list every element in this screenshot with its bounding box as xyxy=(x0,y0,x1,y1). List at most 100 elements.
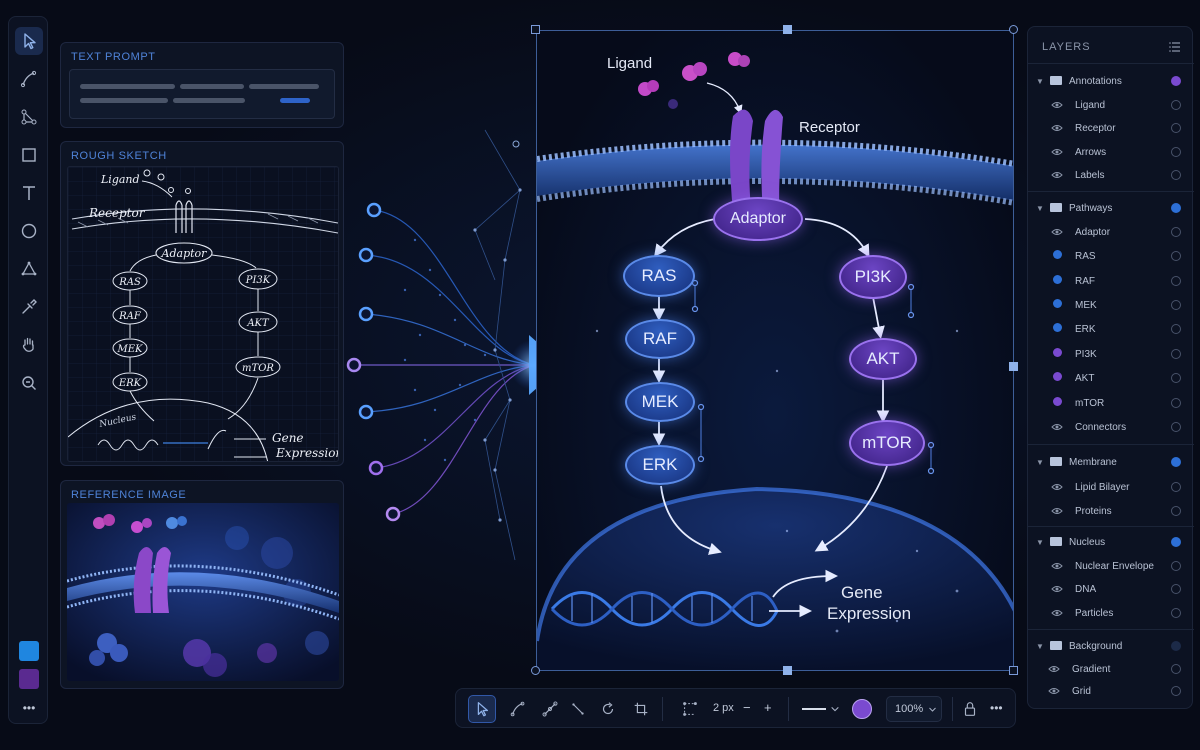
path-tool-icon[interactable] xyxy=(538,697,562,721)
pi3k-node[interactable]: PI3K xyxy=(839,255,907,299)
line-tool-icon[interactable] xyxy=(566,697,590,721)
primary-color-swatch[interactable] xyxy=(19,641,39,661)
hand-tool-icon[interactable] xyxy=(15,331,43,359)
canvas-ligand-label[interactable]: Ligand xyxy=(607,55,652,72)
layer-item-connectors[interactable]: Connectors xyxy=(1028,417,1194,437)
lock-icon[interactable] xyxy=(958,697,982,721)
resize-handle-bottom-left[interactable] xyxy=(531,666,540,675)
layer-group-membrane[interactable]: ▼ Membrane xyxy=(1028,452,1194,472)
rough-sketch-image[interactable]: Ligand Receptor Adaptor RAS RAF MEK ERK … xyxy=(67,166,339,462)
chevron-down-icon[interactable] xyxy=(828,697,842,721)
eye-icon[interactable] xyxy=(1051,583,1063,595)
eye-icon[interactable] xyxy=(1051,226,1063,238)
resize-handle-bottom-right[interactable] xyxy=(1009,666,1018,675)
eye-icon[interactable] xyxy=(1051,146,1063,158)
eye-icon[interactable] xyxy=(1051,122,1063,134)
resize-handle-right[interactable] xyxy=(1009,362,1018,371)
layer-item-arrows[interactable]: Arrows xyxy=(1028,142,1194,162)
layers-menu-icon[interactable] xyxy=(1169,41,1181,53)
text-tool-icon[interactable] xyxy=(15,179,43,207)
stroke-width-value[interactable]: 2 px xyxy=(713,702,734,714)
layer-item-particles[interactable]: Particles xyxy=(1028,603,1194,623)
rough-sketch-panel: ROUGH SKETCH Ligand Receptor Adaptor RAS… xyxy=(60,141,344,466)
chevron-down-icon[interactable]: ▼ xyxy=(1036,204,1044,213)
eyedropper-tool-icon[interactable] xyxy=(15,293,43,321)
mtor-node[interactable]: mTOR xyxy=(849,420,925,466)
zoom-select[interactable]: 100% xyxy=(886,696,942,722)
stroke-path-icon[interactable] xyxy=(678,697,702,721)
layer-item-labels[interactable]: Labels xyxy=(1028,165,1194,185)
chevron-down-icon xyxy=(929,707,936,712)
secondary-color-swatch[interactable] xyxy=(19,669,39,689)
resize-handle-top-right[interactable] xyxy=(1009,25,1018,34)
layer-group-annotations[interactable]: ▼ Annotations xyxy=(1028,71,1194,91)
eye-icon[interactable] xyxy=(1048,663,1060,675)
resize-handle-bottom[interactable] xyxy=(783,666,792,675)
eye-icon[interactable] xyxy=(1051,505,1063,517)
resize-handle-top[interactable] xyxy=(783,25,792,34)
eye-icon[interactable] xyxy=(1051,421,1063,433)
eye-icon[interactable] xyxy=(1051,169,1063,181)
pen-tool-icon[interactable] xyxy=(506,697,530,721)
layer-item-lipid-bilayer[interactable]: Lipid Bilayer xyxy=(1028,477,1194,497)
canvas-expression-label[interactable]: Expression xyxy=(827,604,911,624)
text-prompt-input[interactable] xyxy=(69,69,335,119)
crop-tool-icon[interactable] xyxy=(629,697,653,721)
akt-node[interactable]: AKT xyxy=(849,338,917,380)
layer-item-dna[interactable]: DNA xyxy=(1028,579,1194,599)
mek-node[interactable]: MEK xyxy=(625,382,695,422)
select-tool-icon[interactable] xyxy=(15,27,43,55)
more-options-icon[interactable]: ••• xyxy=(9,701,49,715)
line-style-preview[interactable] xyxy=(802,708,826,710)
erk-node[interactable]: ERK xyxy=(625,445,695,485)
layer-item-mek[interactable]: MEK xyxy=(1028,295,1194,315)
ellipse-tool-icon[interactable] xyxy=(15,217,43,245)
chevron-down-icon[interactable]: ▼ xyxy=(1036,642,1044,651)
rotate-tool-icon[interactable] xyxy=(596,697,620,721)
layer-group-nucleus[interactable]: ▼ Nucleus xyxy=(1028,532,1194,552)
fill-color-picker[interactable] xyxy=(852,699,872,719)
artboard-canvas[interactable]: Ligand Receptor Adaptor RAS RAF MEK ERK … xyxy=(536,30,1014,671)
rectangle-tool-icon[interactable] xyxy=(15,141,43,169)
layer-item-pi3k[interactable]: PI3K xyxy=(1028,344,1194,364)
chevron-down-icon[interactable]: ▼ xyxy=(1036,538,1044,547)
zoom-tool-icon[interactable] xyxy=(15,369,43,397)
layer-item-adaptor[interactable]: Adaptor xyxy=(1028,222,1194,242)
select-tool-icon[interactable] xyxy=(468,695,496,723)
chevron-down-icon[interactable]: ▼ xyxy=(1036,458,1044,467)
layer-item-ligand[interactable]: Ligand xyxy=(1028,95,1194,115)
raf-node[interactable]: RAF xyxy=(625,319,695,359)
layer-item-grid[interactable]: Grid xyxy=(1028,681,1194,701)
stroke-decrease-button[interactable]: − xyxy=(743,700,751,715)
adaptor-node[interactable]: Adaptor xyxy=(713,197,803,241)
ras-node[interactable]: RAS xyxy=(623,255,695,297)
eye-icon[interactable] xyxy=(1051,607,1063,619)
triangle-tool-icon[interactable] xyxy=(15,255,43,283)
node-tool-icon[interactable] xyxy=(15,103,43,131)
chevron-down-icon[interactable]: ▼ xyxy=(1036,77,1044,86)
layer-item-mtor[interactable]: mTOR xyxy=(1028,393,1194,413)
canvas-receptor-label[interactable]: Receptor xyxy=(799,119,860,136)
canvas-gene-label[interactable]: Gene xyxy=(841,583,883,603)
eye-icon[interactable] xyxy=(1051,99,1063,111)
resize-handle-top-left[interactable] xyxy=(531,25,540,34)
layer-item-akt[interactable]: AKT xyxy=(1028,368,1194,388)
layer-item-receptor[interactable]: Receptor xyxy=(1028,118,1194,138)
layer-item-gradient[interactable]: Gradient xyxy=(1028,659,1194,679)
layer-item-ras[interactable]: RAS xyxy=(1028,246,1194,266)
pen-tool-icon[interactable] xyxy=(15,65,43,93)
eye-icon[interactable] xyxy=(1048,685,1060,697)
sketch-adaptor-label: Adaptor xyxy=(161,247,208,260)
layer-item-raf[interactable]: RAF xyxy=(1028,271,1194,291)
layer-group-pathways[interactable]: ▼ Pathways xyxy=(1028,198,1194,218)
reference-image[interactable] xyxy=(67,503,339,681)
layer-item-proteins[interactable]: Proteins xyxy=(1028,501,1194,521)
folder-icon xyxy=(1050,641,1062,650)
eye-icon[interactable] xyxy=(1051,560,1063,572)
layer-item-nuclear-envelope[interactable]: Nuclear Envelope xyxy=(1028,556,1194,576)
more-options-icon[interactable]: ••• xyxy=(990,701,1003,715)
layer-group-background[interactable]: ▼ Background xyxy=(1028,636,1194,656)
stroke-increase-button[interactable]: + xyxy=(764,700,772,715)
layer-item-erk[interactable]: ERK xyxy=(1028,319,1194,339)
eye-icon[interactable] xyxy=(1051,481,1063,493)
